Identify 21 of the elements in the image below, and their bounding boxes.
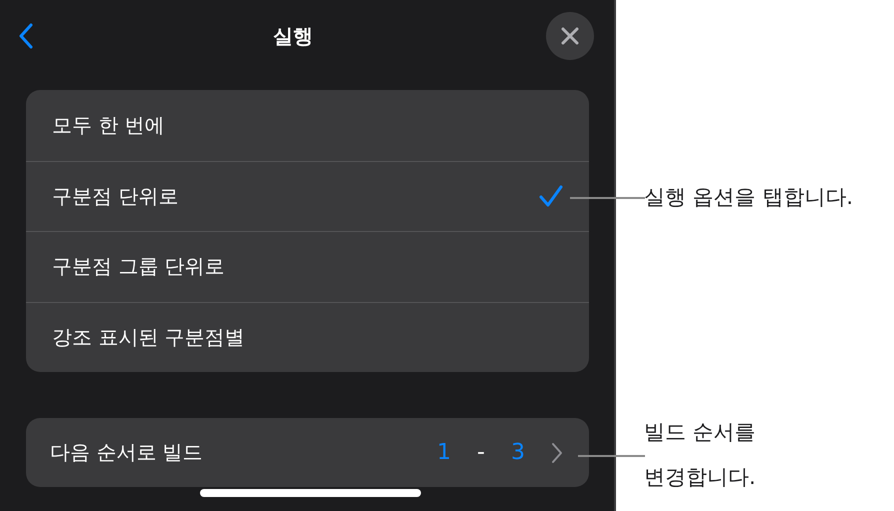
option-row[interactable]: 모두 한 번에	[26, 90, 589, 160]
build-from: 1	[437, 440, 452, 465]
option-row[interactable]: 구분점 그룹 단위로	[26, 231, 589, 302]
build-order-label: 다음 순서로 빌드	[50, 439, 203, 466]
option-label: 모두 한 번에	[52, 112, 165, 139]
close-button[interactable]	[546, 12, 594, 60]
callout-text: 빌드 순서를 변경합니다.	[644, 419, 757, 491]
chevron-icon	[551, 442, 563, 464]
leader-line	[578, 455, 645, 456]
option-label: 강조 표시된 구분점별	[52, 324, 245, 351]
callout-text: 실행 옵션을 탭합니다.	[644, 184, 854, 211]
screen-title: 실행	[273, 22, 313, 50]
back-icon	[19, 23, 33, 49]
build-order-card[interactable]: 다음 순서로 빌드 1 - 3	[26, 418, 589, 487]
option-label: 구분점 그룹 단위로	[52, 253, 225, 280]
option-label: 구분점 단위로	[52, 182, 178, 210]
build-to: 3	[511, 440, 525, 465]
close-icon	[561, 27, 579, 45]
build-separator: -	[477, 440, 485, 465]
option-row[interactable]: 강조 표시된 구분점별	[26, 302, 589, 372]
option-row[interactable]: 구분점 단위로	[26, 160, 589, 231]
